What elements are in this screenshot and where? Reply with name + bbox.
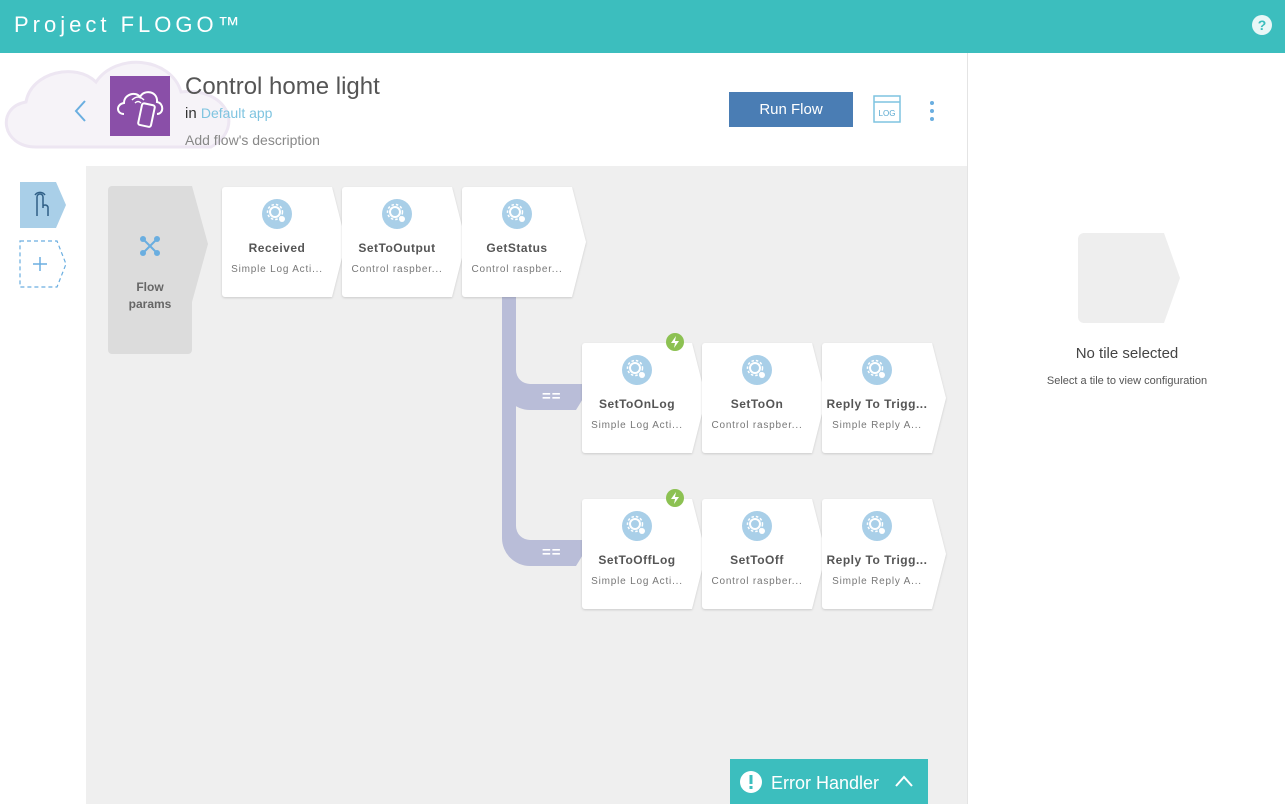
configuration-panel: No tile selected Select a tile to view c… <box>967 53 1285 804</box>
add-trigger-button[interactable] <box>19 240 67 288</box>
activity-gear-icon <box>742 511 772 541</box>
tile-name: SetToOffLog <box>598 553 676 567</box>
no-tile-title: No tile selected <box>1075 345 1179 362</box>
tile-name: SetToOn <box>730 397 784 411</box>
tile-subtitle: Control raspber... <box>471 264 563 275</box>
tile-subtitle: Simple Log Acti... <box>591 576 683 587</box>
tile-subtitle: Control raspber... <box>711 576 803 587</box>
flow-title[interactable]: Control home light <box>185 73 380 101</box>
flow-header: Control home light in Default app Add fl… <box>0 53 967 166</box>
back-chevron-icon[interactable] <box>72 98 90 124</box>
activity-tile[interactable]: GetStatus Control raspber... <box>462 187 586 297</box>
activity-gear-icon <box>862 511 892 541</box>
activity-gear-icon <box>382 199 412 229</box>
activity-gear-icon <box>262 199 292 229</box>
exclamation-icon <box>740 771 762 793</box>
tile-name: SetToOff <box>730 553 784 567</box>
tile-name: SetToOnLog <box>598 397 676 411</box>
activity-tile[interactable]: SetToOn Control raspber... <box>702 343 826 453</box>
tile-subtitle: Control raspber... <box>351 264 443 275</box>
flow-params-shape <box>108 186 208 354</box>
trigger-rail <box>0 166 86 804</box>
activity-gear-icon <box>862 355 892 385</box>
activity-gear-icon <box>622 355 652 385</box>
cloud-phone-icon <box>117 91 164 128</box>
activity-tile[interactable]: Received Simple Log Acti... <box>222 187 346 297</box>
top-bar: Project FLOGO™ ? <box>0 0 1285 53</box>
branch-condition-off[interactable]: == <box>542 544 562 561</box>
flow-params-icon <box>140 236 160 256</box>
activity-tile[interactable]: SetToOutput Control raspber... <box>342 187 466 297</box>
tile-name: Reply To Trigg... <box>826 397 928 411</box>
tile-name: SetToOutput <box>358 241 436 255</box>
tile-subtitle: Simple Reply A... <box>832 576 922 587</box>
activity-tile[interactable]: SetToOff Control raspber... <box>702 499 826 609</box>
log-icon[interactable]: LOG <box>873 95 901 123</box>
flow-params-label-line1: Flow <box>136 280 164 294</box>
tile-name: Received <box>248 241 306 255</box>
run-flow-button[interactable]: Run Flow <box>729 92 853 127</box>
activity-tile[interactable]: Reply To Trigg... Simple Reply A... <box>822 343 946 453</box>
activity-tile[interactable]: SetToOffLog Simple Log Acti... <box>582 489 706 609</box>
tile-name: GetStatus <box>486 241 548 255</box>
no-tile-hint: Select a tile to view configuration <box>1046 375 1208 387</box>
activity-tile[interactable]: Reply To Trigg... Simple Reply A... <box>822 499 946 609</box>
trigger-tab[interactable] <box>20 182 66 228</box>
tile-subtitle: Simple Log Acti... <box>591 420 683 431</box>
branch-bolt-icon <box>666 489 684 507</box>
app-link[interactable]: Default app <box>201 105 273 121</box>
tile-subtitle: Control raspber... <box>711 420 803 431</box>
flow-canvas: == == Flow params Received Simple Log Acti… <box>86 166 967 804</box>
activity-gear-icon <box>742 355 772 385</box>
log-icon-text: LOG <box>879 109 896 118</box>
help-icon[interactable]: ? <box>1252 15 1272 35</box>
error-handler-label: Error Handler <box>771 773 880 793</box>
more-options-icon[interactable] <box>922 100 942 122</box>
activity-gear-icon <box>622 511 652 541</box>
branch-condition-on[interactable]: == <box>542 388 562 405</box>
tile-name: Reply To Trigg... <box>826 553 928 567</box>
plus-icon <box>33 257 47 271</box>
empty-tile-icon <box>1078 233 1180 323</box>
activity-tile[interactable]: SetToOnLog Simple Log Acti... <box>582 333 706 453</box>
flow-params-tile[interactable]: Flow params <box>108 186 208 354</box>
error-handler-button[interactable]: Error Handler <box>730 759 928 804</box>
brand-logo[interactable]: Project FLOGO™ <box>14 12 244 38</box>
flow-description-field[interactable]: Add flow's description <box>185 132 320 148</box>
chevron-up-icon <box>895 775 913 787</box>
tile-subtitle: Simple Log Acti... <box>231 264 323 275</box>
flow-params-label: Flow params <box>108 279 192 313</box>
branch-bolt-icon <box>666 333 684 351</box>
flow-params-label-line2: params <box>128 297 172 311</box>
app-reference: in Default app <box>185 105 272 122</box>
activity-gear-icon <box>502 199 532 229</box>
app-icon <box>110 76 170 136</box>
tile-subtitle: Simple Reply A... <box>832 420 922 431</box>
in-prefix: in <box>185 105 197 122</box>
